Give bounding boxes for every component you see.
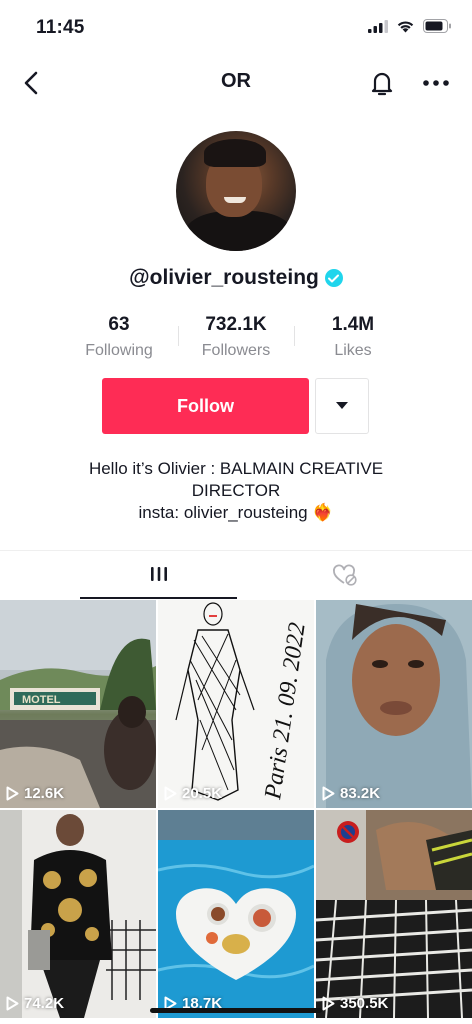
status-icons xyxy=(368,19,452,33)
play-icon xyxy=(6,996,19,1011)
video-thumbnail[interactable]: 83.2K xyxy=(316,600,472,808)
view-count-label: 12.6K xyxy=(24,785,65,802)
view-count: 12.6K xyxy=(6,785,64,802)
verified-badge-icon xyxy=(324,269,343,287)
sketch-caption-text: Paris 21. 09. 2022 xyxy=(260,621,311,802)
stat-label: Likes xyxy=(334,342,372,359)
view-count: 350.5K xyxy=(322,995,388,1012)
video-thumbnail[interactable]: Paris 21. 09. 2022 20.5K xyxy=(158,600,314,808)
monogram-bag-image xyxy=(316,810,472,1018)
page-title: OR xyxy=(221,70,251,92)
video-thumbnail[interactable]: MOTEL 12.6K xyxy=(0,600,156,808)
view-count: 20.5K xyxy=(164,785,222,802)
bio-line: Hello it’s Olivier : BALMAIN CREATIVE xyxy=(88,459,384,478)
stat-label: Followers xyxy=(201,342,271,359)
view-count-label: 20.5K xyxy=(182,785,223,802)
view-count-label: 74.2K xyxy=(24,995,65,1012)
fashion-sketch-image: Paris 21. 09. 2022 xyxy=(175,602,311,802)
hoodie-selfie-image xyxy=(316,600,472,808)
play-icon xyxy=(322,996,335,1011)
grid-icon xyxy=(150,567,167,581)
stat-value: 1.4M xyxy=(331,314,375,335)
avatar[interactable] xyxy=(176,131,296,251)
stat-label: Following xyxy=(85,342,153,359)
tab-videos[interactable] xyxy=(80,551,237,599)
video-thumbnail[interactable]: 74.2K xyxy=(0,810,156,1018)
home-indicator[interactable] xyxy=(150,1008,322,1013)
wifi-icon xyxy=(397,21,414,33)
play-icon xyxy=(6,786,19,801)
motel-scene-image: MOTEL xyxy=(0,600,156,808)
video-thumbnail[interactable]: 350.5K xyxy=(316,810,472,1018)
view-count-label: 83.2K xyxy=(340,785,381,802)
status-bar: 11:45 xyxy=(0,0,472,58)
more-options-icon[interactable] xyxy=(420,70,452,96)
play-icon xyxy=(164,786,177,801)
bio-line: insta: olivier_rousteing ❤️‍🔥 xyxy=(138,503,334,522)
profile-tabs xyxy=(0,550,472,599)
status-time: 11:45 xyxy=(36,17,85,38)
caret-down-icon xyxy=(336,402,348,409)
tab-liked[interactable] xyxy=(266,551,423,599)
stat-value: 63 xyxy=(108,314,130,335)
nav-bar: OR xyxy=(0,58,472,108)
play-icon xyxy=(322,786,335,801)
liked-hidden-icon xyxy=(332,564,357,586)
stat-likes[interactable]: 1.4M Likes xyxy=(294,314,412,360)
username-row: @olivier_rousteing xyxy=(0,266,472,290)
view-count: 74.2K xyxy=(6,995,64,1012)
profile-stats: 63 Following 732.1K Followers 1.4M Likes xyxy=(60,314,412,360)
stat-following[interactable]: 63 Following xyxy=(60,314,178,360)
pool-breakfast-image xyxy=(158,810,314,1018)
stat-followers[interactable]: 732.1K Followers xyxy=(178,314,294,360)
bio-line: DIRECTOR xyxy=(191,481,281,500)
username: @olivier_rousteing xyxy=(129,266,319,289)
baroque-outfit-image xyxy=(0,810,156,1018)
bell-icon[interactable] xyxy=(368,68,396,98)
stat-value: 732.1K xyxy=(205,314,267,335)
motel-sign-text: MOTEL xyxy=(22,694,61,706)
signal-icon xyxy=(368,19,388,33)
battery-icon xyxy=(423,19,451,33)
suggested-accounts-button[interactable] xyxy=(315,378,369,434)
follow-button[interactable]: Follow xyxy=(102,378,309,434)
bio: Hello it’s Olivier : BALMAIN CREATIVE DI… xyxy=(40,458,432,524)
video-thumbnail[interactable]: 18.7K xyxy=(158,810,314,1018)
view-count: 83.2K xyxy=(322,785,380,802)
view-count-label: 350.5K xyxy=(340,995,389,1012)
